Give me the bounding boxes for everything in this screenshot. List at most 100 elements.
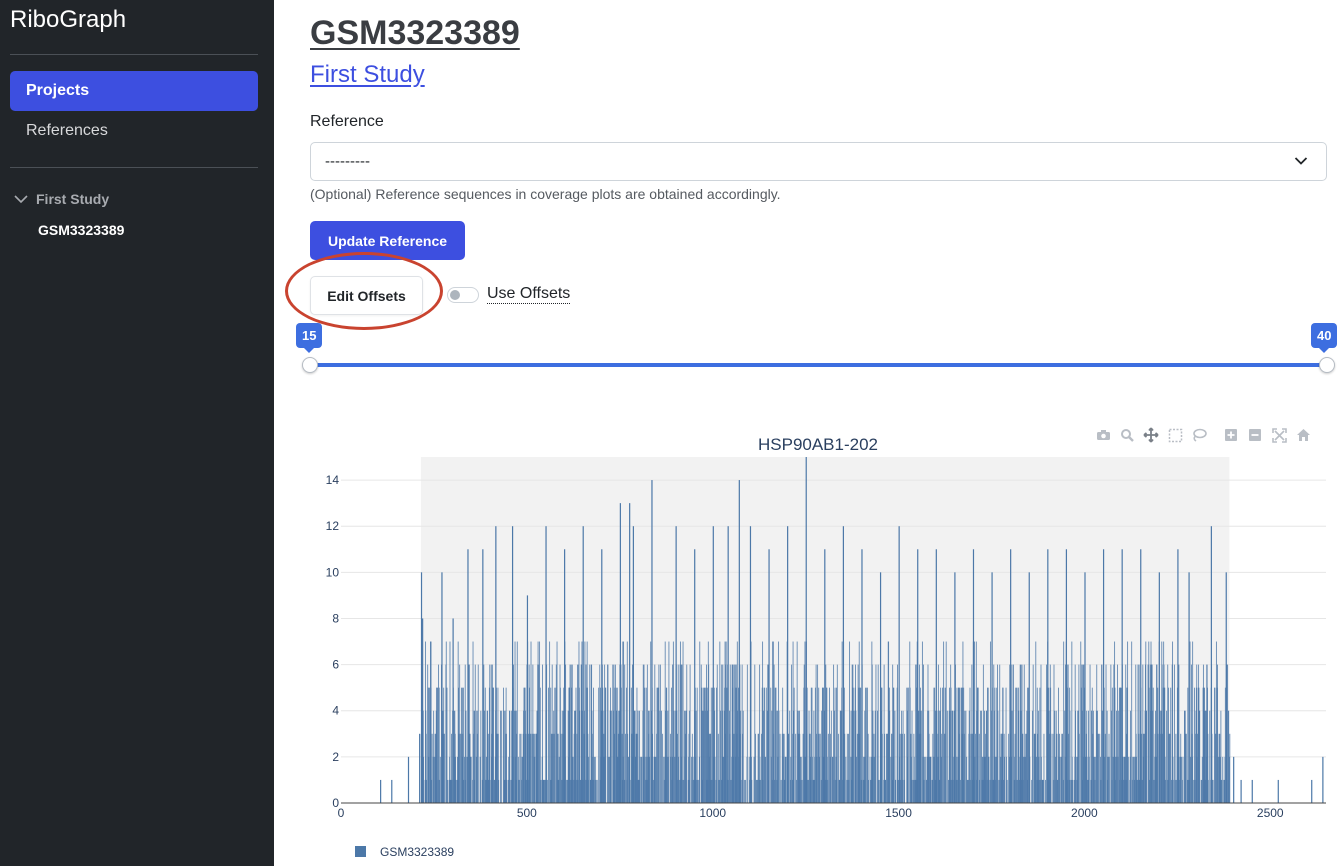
coverage-peak-bar — [629, 503, 631, 803]
coverage-peak-bar — [564, 549, 566, 803]
tree-project-first-study[interactable]: First Study — [14, 191, 109, 207]
coverage-bar — [742, 710, 744, 803]
sidebar: RiboGraph Projects References First Stud… — [0, 0, 274, 866]
page-title: GSM3323389 — [310, 14, 520, 52]
coverage-peak-bar — [675, 526, 677, 803]
coverage-bar — [480, 710, 482, 803]
coverage-peak-bar — [1177, 549, 1179, 803]
coverage-peak-bar — [1210, 526, 1212, 803]
slider-low-tooltip: 15 — [296, 323, 323, 353]
coverage-bar — [584, 641, 586, 803]
y-tick-label: 2 — [332, 750, 339, 764]
coverage-bar — [697, 779, 699, 803]
coverage-peak-bar — [380, 779, 382, 803]
coverage-bar — [1229, 733, 1231, 803]
coverage-peak-bar — [1140, 549, 1142, 803]
y-tick-label: 10 — [326, 565, 340, 579]
coverage-bar — [924, 756, 926, 803]
coverage-peak-bar — [1084, 572, 1086, 803]
coverage-bar — [1222, 779, 1224, 803]
coverage-bar — [540, 779, 542, 803]
study-link[interactable]: First Study — [310, 61, 425, 89]
coverage-bar — [1088, 756, 1090, 803]
reference-help-text: (Optional) Reference sequences in covera… — [310, 186, 781, 202]
coverage-bar — [641, 756, 643, 803]
coverage-peak-bar — [768, 549, 770, 803]
read-length-slider-track[interactable] — [310, 363, 1327, 367]
coverage-bar — [988, 779, 990, 803]
coverage-bar — [1146, 710, 1147, 803]
coverage-bar — [661, 710, 662, 803]
coverage-bar — [1172, 756, 1174, 803]
coverage-bar — [780, 779, 782, 803]
coverage-bar — [836, 664, 838, 803]
coverage-bar — [1192, 641, 1194, 803]
coverage-bar — [1127, 756, 1129, 803]
coverage-bar — [449, 641, 451, 803]
coverage-bar — [881, 733, 883, 803]
coverage-bar — [1063, 641, 1065, 803]
y-tick-label: 14 — [326, 473, 340, 487]
coverage-peak-bar — [727, 526, 729, 803]
coverage-bar — [1108, 756, 1110, 803]
coverage-chart: HSP90AB1-202 024681012140 500 1000 1500 2000… — [326, 435, 1326, 859]
coverage-bar — [911, 779, 913, 803]
coverage-bar — [785, 756, 787, 803]
coverage-bar — [902, 710, 904, 803]
nav-references-label: References — [26, 122, 108, 139]
coverage-bar — [849, 641, 851, 803]
app-brand[interactable]: RiboGraph — [10, 6, 126, 34]
coverage-bar — [439, 756, 441, 803]
coverage-bar — [827, 733, 829, 803]
coverage-peak-bar — [1233, 756, 1235, 803]
legend-label: GSM3323389 — [380, 845, 454, 859]
use-offsets-toggle[interactable] — [447, 287, 479, 303]
toggle-knob — [450, 290, 460, 300]
coverage-peak-bar — [749, 526, 752, 803]
coverage-peak-bar — [972, 549, 975, 803]
chart-title: HSP90AB1-202 — [758, 435, 878, 454]
coverage-bar — [977, 687, 979, 803]
nav-projects[interactable]: Projects — [10, 71, 258, 111]
coverage-peak-bar — [1251, 779, 1253, 803]
coverage-peak-bar — [1225, 572, 1227, 803]
tree-project-label: First Study — [36, 191, 110, 207]
nav-references[interactable]: References — [10, 111, 258, 151]
coverage-peak-bar — [632, 526, 634, 803]
coverage-bar — [668, 641, 670, 803]
coverage-bar — [875, 664, 877, 803]
coverage-bar — [1207, 779, 1209, 803]
chevron-down-icon — [14, 195, 28, 204]
coverage-bar — [610, 710, 612, 803]
coverage-peak-bar — [467, 549, 469, 803]
x-tick-label: 500 — [517, 806, 537, 820]
coverage-bar — [889, 710, 891, 803]
edit-offsets-button[interactable]: Edit Offsets — [310, 276, 423, 315]
coverage-bar — [1078, 733, 1080, 803]
coverage-peak-bar — [1188, 572, 1190, 803]
chart-legend[interactable]: GSM3323389 — [355, 845, 454, 859]
coverage-peak-bar — [391, 779, 393, 803]
slider-low-handle[interactable] — [302, 357, 318, 373]
coverage-peak-bar — [824, 549, 826, 803]
use-offsets-label[interactable]: Use Offsets — [487, 285, 571, 304]
coverage-peak-bar — [954, 572, 956, 803]
coverage-bar — [907, 687, 909, 803]
slider-high-handle[interactable] — [1319, 357, 1335, 373]
coverage-bar — [1173, 664, 1175, 803]
coverage-bar — [1050, 733, 1052, 803]
update-reference-button[interactable]: Update Reference — [310, 221, 465, 260]
coverage-peak-bar — [1322, 756, 1324, 803]
coverage-bar — [546, 779, 548, 803]
coverage-bar — [548, 687, 549, 803]
coverage-peak-bar — [452, 618, 454, 803]
tree-sample-gsm3323389[interactable]: GSM3323389 — [38, 222, 124, 238]
coverage-bar — [509, 779, 511, 803]
coverage-bar — [1212, 779, 1214, 803]
reference-select[interactable]: --------- — [310, 142, 1327, 181]
coverage-bar — [930, 756, 932, 803]
coverage-bar — [595, 779, 597, 803]
y-tick-label: 8 — [332, 611, 339, 625]
coverage-bar — [624, 733, 626, 803]
coverage-bar — [1182, 756, 1184, 803]
